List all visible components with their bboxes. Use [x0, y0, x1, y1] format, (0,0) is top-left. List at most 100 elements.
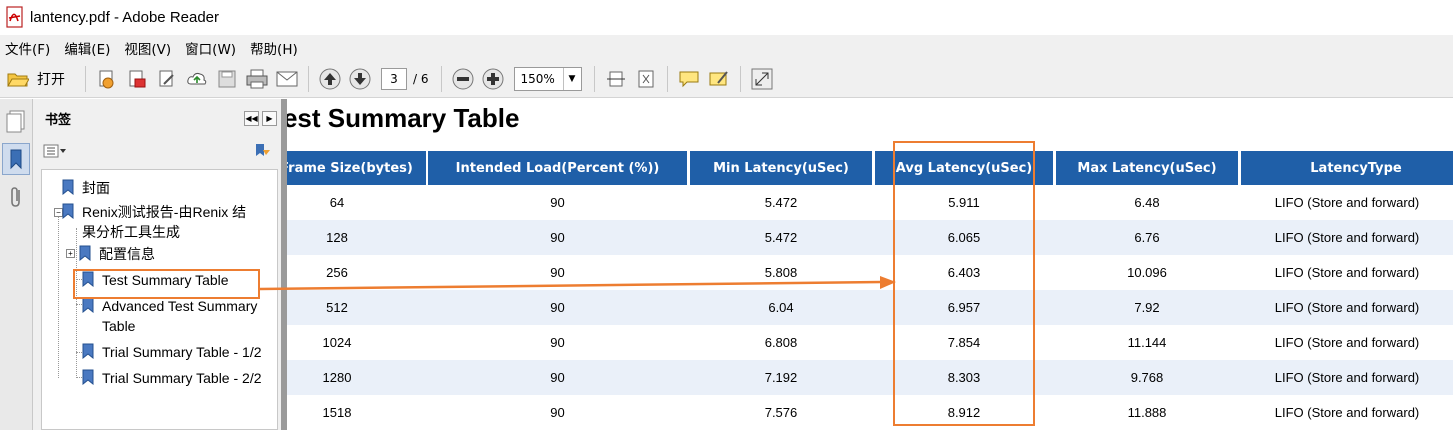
email-icon[interactable] [274, 66, 300, 92]
export-pdf-icon[interactable] [124, 66, 150, 92]
table-cell: 128 [326, 230, 348, 245]
bookmark-label: Trial Summary Table - 2/2 [102, 370, 262, 386]
table-row: 256 90 5.808 6.403 10.096 LIFO (Store an… [287, 255, 1453, 290]
bookmark-tree: 封面 − Renix测试报告-由Renix 结 果分析工具生成 + 配置信息 T… [41, 169, 278, 430]
column-header: Min Latency(uSec) [690, 151, 872, 185]
column-header: Intended Load(Percent (%)) [428, 151, 687, 185]
table-cell: 7.92 [1134, 300, 1160, 315]
open-folder-icon[interactable] [5, 66, 31, 92]
pdf-icon [6, 6, 24, 28]
expand-bookmark-icon[interactable] [253, 142, 271, 162]
attachment-icon[interactable] [2, 181, 30, 213]
toolbar-separator [440, 66, 442, 92]
menu-window[interactable]: 窗口(W) [180, 38, 245, 58]
chevron-down-icon[interactable]: ▼ [562, 68, 581, 90]
page-number-input[interactable]: 3 [381, 68, 407, 90]
menu-bar: 文件(F) 编辑(E) 视图(V) 窗口(W) 帮助(H) [0, 35, 1453, 61]
bookmark-label: Renix测试报告-由Renix 结 [82, 204, 247, 220]
table-row: 128 90 5.472 6.065 6.76 LIFO (Store and … [287, 220, 1453, 255]
open-button-label[interactable]: 打开 [37, 69, 65, 89]
column-header: Max Latency(uSec) [1056, 151, 1238, 185]
options-menu-icon[interactable] [43, 143, 67, 162]
table-cell: 256 [326, 265, 348, 280]
zoom-in-icon[interactable] [480, 66, 506, 92]
bookmark-highlight-box [73, 269, 260, 299]
collapse-panel-icon[interactable]: ◀◀ [244, 110, 259, 126]
bookmarks-panel: 书签 ◀◀ ▶ 封面 − Renix测试报告-由Renix 结 果分析工具生成 … [33, 99, 281, 430]
table-cell: 5.808 [764, 265, 798, 280]
bookmark-report[interactable]: Renix测试报告-由Renix 结 果分析工具生成 [62, 202, 246, 242]
table-cell: 1024 [322, 335, 352, 350]
menu-help[interactable]: 帮助(H) [245, 38, 307, 58]
create-pdf-icon[interactable] [94, 66, 120, 92]
fit-width-icon[interactable] [603, 66, 629, 92]
highlight-icon[interactable] [706, 66, 732, 92]
menu-edit[interactable]: 编辑(E) [59, 38, 119, 58]
upload-cloud-icon[interactable] [184, 66, 210, 92]
toolbar-separator [666, 66, 668, 92]
zoom-select[interactable]: 150% ▼ [513, 67, 582, 91]
column-header: LatencyType [1241, 151, 1453, 185]
comment-icon[interactable] [676, 66, 702, 92]
bookmark-trial-summary-2[interactable]: Trial Summary Table - 2/2 [82, 368, 262, 388]
table-cell: 6.04 [768, 300, 794, 315]
expand-icon[interactable]: + [66, 249, 75, 258]
save-icon[interactable] [214, 66, 240, 92]
table-cell: 1518 [322, 405, 352, 420]
document-view: Test Summary Table Frame Size(bytes) Int… [287, 99, 1453, 430]
table-cell: 10.096 [1127, 265, 1167, 280]
fit-page-icon[interactable] [633, 66, 659, 92]
table-cell: 90 [550, 335, 565, 350]
table-cell: 90 [550, 405, 565, 420]
bookmarks-tools [33, 137, 281, 167]
page-title: Test Summary Table [287, 103, 520, 133]
table-cell: LIFO (Store and forward) [1274, 370, 1420, 385]
table-row: 1280 90 7.192 8.303 9.768 LIFO (Store an… [287, 360, 1453, 395]
bookmark-cover[interactable]: 封面 [62, 178, 110, 198]
print-icon[interactable] [244, 66, 270, 92]
toolbar-separator [739, 66, 741, 92]
next-page-icon[interactable] [347, 66, 373, 92]
table-cell: 11.888 [1127, 405, 1167, 420]
zoom-value: 150% [520, 72, 555, 86]
menu-file[interactable]: 文件(F) [0, 38, 59, 58]
table-cell: 5.472 [764, 230, 798, 245]
table-cell: LIFO (Store and forward) [1274, 230, 1420, 245]
table-cell: 90 [550, 195, 565, 210]
toolbar-separator [593, 66, 595, 92]
bookmark-label: Advanced Test Summary [102, 298, 258, 314]
bookmark-trial-summary-1[interactable]: Trial Summary Table - 1/2 [82, 342, 262, 362]
table-cell: 64 [329, 195, 345, 210]
table-cell: 1280 [322, 370, 352, 385]
bookmarks-header: 书签 ◀◀ ▶ [33, 99, 281, 137]
window-title: lantency.pdf - Adobe Reader [30, 8, 220, 26]
bookmark-label: Trial Summary Table - 1/2 [102, 344, 262, 360]
table-cell: LIFO (Store and forward) [1274, 195, 1420, 210]
table-cell: LIFO (Store and forward) [1274, 405, 1420, 420]
bookmark-icon[interactable] [2, 143, 30, 175]
table-row: 1024 90 6.808 7.854 11.144 LIFO (Store a… [287, 325, 1453, 360]
table-cell: LIFO (Store and forward) [1274, 300, 1420, 315]
table-cell: 90 [550, 300, 565, 315]
bookmark-label: 配置信息 [99, 246, 155, 262]
column-header: Frame Size(bytes) [287, 151, 426, 185]
pages-icon[interactable] [2, 105, 30, 137]
zoom-out-icon[interactable] [450, 66, 476, 92]
bookmark-icon [62, 203, 74, 219]
edit-pdf-icon[interactable] [154, 66, 180, 92]
menu-view[interactable]: 视图(V) [119, 38, 180, 58]
table-cell: 512 [326, 300, 348, 315]
bookmark-config[interactable]: 配置信息 [79, 244, 155, 264]
table-cell: 7.576 [764, 405, 798, 420]
bookmark-icon [82, 369, 94, 385]
bookmark-icon [82, 343, 94, 359]
bookmarks-title: 书签 [45, 112, 72, 128]
previous-page-icon[interactable] [317, 66, 343, 92]
table-cell: 6.76 [1134, 230, 1160, 245]
chevron-right-icon[interactable]: ▶ [262, 110, 277, 126]
toolbar-separator [308, 66, 309, 92]
expand-icon[interactable] [749, 66, 775, 92]
table-cell: 90 [550, 230, 565, 245]
avg-latency-highlight-box [893, 141, 1035, 426]
bookmark-advanced-summary[interactable]: Advanced Test Summary Table [82, 296, 257, 336]
